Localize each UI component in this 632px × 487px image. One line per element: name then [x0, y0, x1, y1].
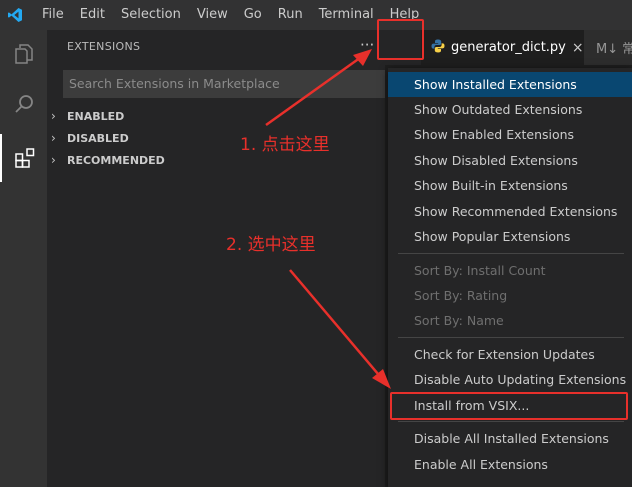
tab-markdown[interactable]: M↓ 常: [584, 30, 632, 65]
vscode-logo-icon: [0, 0, 30, 30]
more-actions-icon[interactable]: ···: [360, 36, 374, 54]
menu-item-show-recommended[interactable]: Show Recommended Extensions: [388, 199, 632, 224]
menu-view[interactable]: View: [189, 0, 236, 30]
section-enabled[interactable]: › ENABLED: [51, 106, 124, 126]
menu-file[interactable]: File: [30, 0, 72, 30]
tab-label: generator_dict.py: [451, 40, 566, 55]
title-bar: File Edit Selection View Go Run Terminal…: [0, 0, 632, 30]
close-icon[interactable]: ×: [572, 40, 584, 56]
chevron-right-icon: ›: [51, 153, 56, 167]
menu-terminal[interactable]: Terminal: [311, 0, 382, 30]
annotation-box-install-vsix: [390, 392, 628, 420]
tab-generator-dict[interactable]: generator_dict.py ×: [421, 30, 584, 65]
menu-go[interactable]: Go: [236, 0, 270, 30]
search-extensions-input[interactable]: Search Extensions in Marketplace: [63, 70, 385, 98]
search-icon[interactable]: [0, 80, 47, 128]
menu-item-enable-all[interactable]: Enable All Extensions: [388, 452, 632, 477]
menu-item-sort-name: Sort By: Name: [414, 313, 504, 328]
menu-item-sort-install-count: Sort By: Install Count: [414, 263, 546, 278]
menu-item-show-disabled[interactable]: Show Disabled Extensions: [388, 148, 632, 173]
annotation-box-more: [377, 19, 424, 60]
menu-separator: [398, 253, 624, 254]
menu-item-show-outdated[interactable]: Show Outdated Extensions: [388, 97, 632, 122]
menu-item-show-popular[interactable]: Show Popular Extensions: [388, 224, 632, 249]
menu-item-show-installed[interactable]: Show Installed Extensions: [388, 72, 632, 97]
menu-item-sort-rating: Sort By: Rating: [414, 288, 508, 303]
section-disabled[interactable]: › DISABLED: [51, 128, 129, 148]
extensions-sidebar: EXTENSIONS ··· Search Extensions in Mark…: [47, 30, 385, 487]
annotation-step1: 1. 点击这里: [240, 135, 330, 155]
section-label: ENABLED: [67, 109, 125, 123]
section-label: RECOMMENDED: [67, 153, 165, 167]
python-file-icon: [431, 39, 445, 57]
menu-selection[interactable]: Selection: [113, 0, 189, 30]
chevron-right-icon: ›: [51, 131, 56, 145]
menu-separator: [398, 421, 624, 422]
menu-item-disable-auto-update[interactable]: Disable Auto Updating Extensions: [388, 367, 632, 392]
menu-run[interactable]: Run: [270, 0, 311, 30]
more-actions-menu: Show Installed Extensions Show Outdated …: [388, 68, 632, 487]
section-recommended[interactable]: › RECOMMENDED: [51, 150, 165, 170]
menu-separator: [398, 337, 624, 338]
menu-item-check-updates[interactable]: Check for Extension Updates: [388, 342, 632, 367]
menu-item-show-enabled[interactable]: Show Enabled Extensions: [388, 122, 632, 147]
extensions-icon[interactable]: [0, 134, 47, 182]
markdown-tab-label: M↓ 常: [596, 42, 632, 57]
menu-item-disable-all[interactable]: Disable All Installed Extensions: [388, 426, 632, 451]
annotation-step2: 2. 选中这里: [226, 235, 316, 255]
section-label: DISABLED: [67, 131, 129, 145]
chevron-right-icon: ›: [51, 109, 56, 123]
explorer-icon[interactable]: [0, 30, 47, 78]
activity-bar: [0, 30, 47, 487]
menu-edit[interactable]: Edit: [72, 0, 113, 30]
menu-item-show-builtin[interactable]: Show Built-in Extensions: [388, 173, 632, 198]
sidebar-title: EXTENSIONS: [67, 40, 141, 53]
